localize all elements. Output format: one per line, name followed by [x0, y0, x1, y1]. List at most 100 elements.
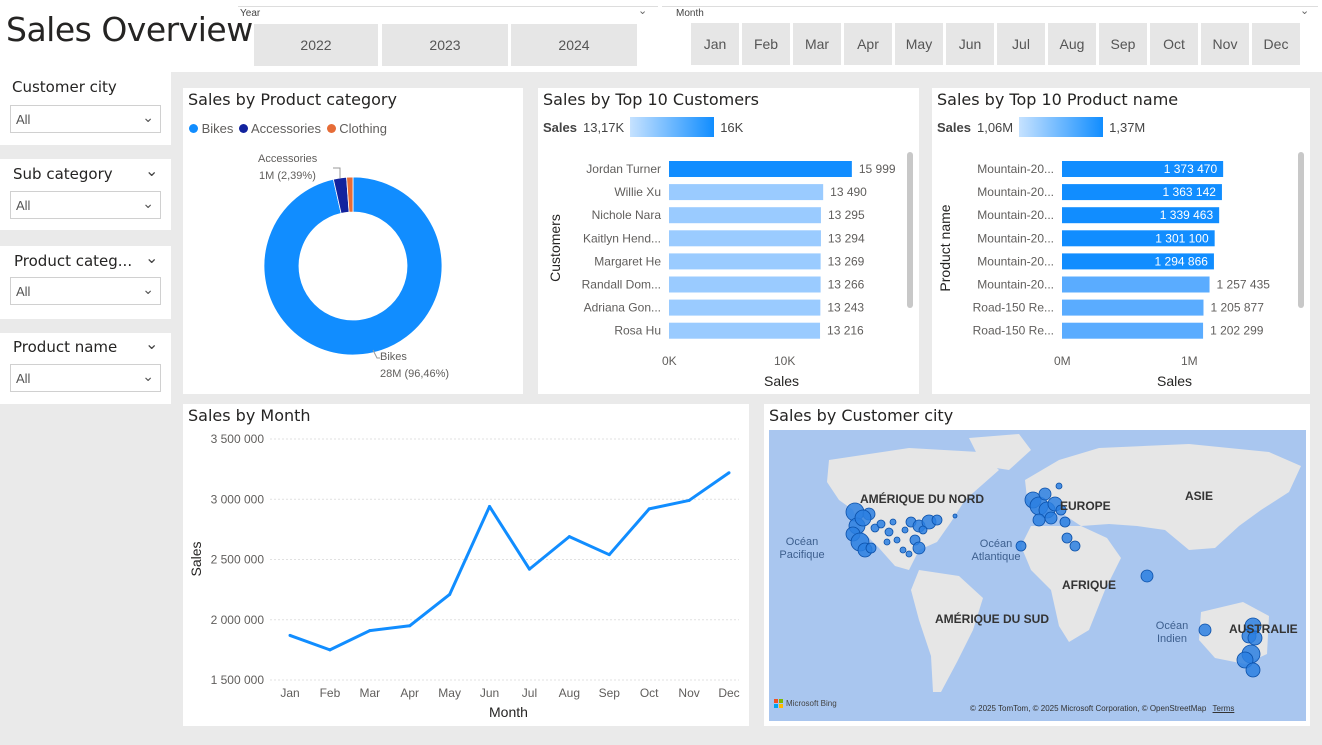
- data-point[interactable]: [328, 648, 332, 652]
- filter-sub-category: Sub category ⌄ All ⌄: [0, 159, 171, 230]
- data-label: 1 202 299: [1210, 324, 1264, 338]
- chevron-down-icon[interactable]: ⌄: [1300, 4, 1309, 17]
- attribution-text[interactable]: © 2025 TomTom, © 2025 Microsoft Corporat…: [970, 704, 1206, 713]
- month-tile-feb[interactable]: Feb: [742, 23, 790, 65]
- city-bubble[interactable]: [1038, 487, 1052, 501]
- city-bubble[interactable]: [952, 513, 958, 519]
- bar-5[interactable]: [1062, 276, 1210, 293]
- x-axis-title: Sales: [1157, 373, 1193, 389]
- month-tile-jan[interactable]: Jan: [691, 23, 739, 65]
- city-bubble[interactable]: [1140, 569, 1154, 583]
- data-point[interactable]: [647, 507, 651, 511]
- city-bubble[interactable]: [893, 536, 901, 544]
- category-label: Road-150 Re...: [973, 324, 1054, 338]
- data-label: 13 295: [828, 208, 865, 222]
- data-label: 13 266: [828, 278, 865, 292]
- bar-3[interactable]: [669, 230, 821, 247]
- month-tile-oct[interactable]: Oct: [1150, 23, 1198, 65]
- data-point[interactable]: [408, 624, 412, 628]
- year-slicer-label: Year: [240, 8, 261, 19]
- month-tile-mar[interactable]: Mar: [793, 23, 841, 65]
- chevron-down-icon: ⌄: [142, 368, 154, 384]
- terms-link[interactable]: Terms: [1213, 704, 1235, 713]
- city-bubble[interactable]: [1198, 623, 1212, 637]
- city-bubble[interactable]: [1032, 513, 1046, 527]
- bar-7[interactable]: [1062, 322, 1204, 339]
- month-tile-apr[interactable]: Apr: [844, 23, 892, 65]
- chevron-down-icon[interactable]: ⌄: [145, 161, 158, 181]
- bar-1[interactable]: [669, 184, 824, 201]
- data-point[interactable]: [448, 592, 452, 596]
- world-map[interactable]: [769, 430, 1306, 721]
- x-tick: Oct: [640, 686, 659, 700]
- month-tile-dec[interactable]: Dec: [1252, 23, 1300, 65]
- city-bubble[interactable]: [884, 527, 894, 537]
- year-tile-2023[interactable]: 2023: [382, 24, 508, 66]
- filter-label: Customer city: [12, 78, 117, 96]
- data-point[interactable]: [687, 498, 691, 502]
- city-bubble[interactable]: [899, 546, 907, 554]
- city-bubble[interactable]: [912, 541, 926, 555]
- city-bubble[interactable]: [876, 519, 886, 529]
- customer-city-dropdown[interactable]: All ⌄: [10, 105, 161, 133]
- city-bubble[interactable]: [1055, 482, 1063, 490]
- product-name-dropdown[interactable]: All ⌄: [10, 364, 161, 392]
- city-bubble[interactable]: [1059, 516, 1071, 528]
- city-bubble[interactable]: [1061, 532, 1073, 544]
- year-tile-2024[interactable]: 2024: [511, 24, 637, 66]
- data-point[interactable]: [488, 504, 492, 508]
- bar-0[interactable]: [669, 161, 852, 177]
- city-bubble[interactable]: [901, 526, 909, 534]
- month-slicer-label: Month: [676, 8, 704, 19]
- x-tick: Jun: [480, 686, 499, 700]
- category-label: Road-150 Re...: [973, 301, 1054, 315]
- bar-7[interactable]: [669, 322, 821, 339]
- category-label: Mountain-20...: [977, 208, 1054, 222]
- bar-4[interactable]: [669, 253, 821, 270]
- y-tick: 2 000 000: [211, 613, 265, 627]
- year-tile-2022[interactable]: 2022: [254, 24, 378, 66]
- category-label: Mountain-20...: [977, 254, 1054, 268]
- filter-product-category: Product categ... ⌄ All ⌄: [0, 246, 171, 319]
- scrollbar[interactable]: [1298, 152, 1304, 308]
- city-bubble[interactable]: [889, 518, 897, 526]
- city-bubble[interactable]: [931, 514, 943, 526]
- dropdown-value: All: [16, 371, 31, 386]
- data-point[interactable]: [727, 471, 731, 475]
- city-bubble[interactable]: [854, 509, 872, 527]
- data-point[interactable]: [567, 535, 571, 539]
- data-label: 13 490: [830, 185, 867, 199]
- month-tile-jun[interactable]: Jun: [946, 23, 994, 65]
- chevron-down-icon: ⌄: [142, 281, 154, 297]
- month-tile-nov[interactable]: Nov: [1201, 23, 1249, 65]
- month-tile-sep[interactable]: Sep: [1099, 23, 1147, 65]
- city-bubble[interactable]: [865, 542, 877, 554]
- scrollbar[interactable]: [907, 152, 913, 308]
- data-point[interactable]: [527, 567, 531, 571]
- month-tile-may[interactable]: May: [895, 23, 943, 65]
- bar-6[interactable]: [669, 299, 821, 316]
- city-bubble[interactable]: [883, 538, 891, 546]
- bar-6[interactable]: [1062, 299, 1204, 316]
- category-label: Mountain-20...: [977, 231, 1054, 245]
- month-tile-jul[interactable]: Jul: [997, 23, 1045, 65]
- data-point[interactable]: [368, 629, 372, 633]
- filter-label: Product categ...: [14, 252, 133, 270]
- sub-category-dropdown[interactable]: All ⌄: [10, 191, 161, 219]
- map-label-north-america: AMÉRIQUE DU NORD: [860, 492, 985, 506]
- city-bubble[interactable]: [1245, 662, 1261, 678]
- data-point[interactable]: [607, 553, 611, 557]
- chevron-down-icon[interactable]: ⌄: [145, 334, 158, 354]
- chevron-down-icon[interactable]: ⌄: [145, 248, 158, 268]
- data-point[interactable]: [288, 633, 292, 637]
- bar-2[interactable]: [669, 207, 821, 224]
- city-bubble[interactable]: [918, 525, 928, 535]
- product-category-dropdown[interactable]: All ⌄: [10, 277, 161, 305]
- month-tile-aug[interactable]: Aug: [1048, 23, 1096, 65]
- bar-5[interactable]: [669, 276, 821, 293]
- map-attribution: © 2025 TomTom, © 2025 Microsoft Corporat…: [970, 704, 1234, 713]
- divider: [662, 6, 1318, 7]
- city-bubble[interactable]: [905, 550, 913, 558]
- city-bubble[interactable]: [1069, 540, 1081, 552]
- city-bubble[interactable]: [1044, 511, 1058, 525]
